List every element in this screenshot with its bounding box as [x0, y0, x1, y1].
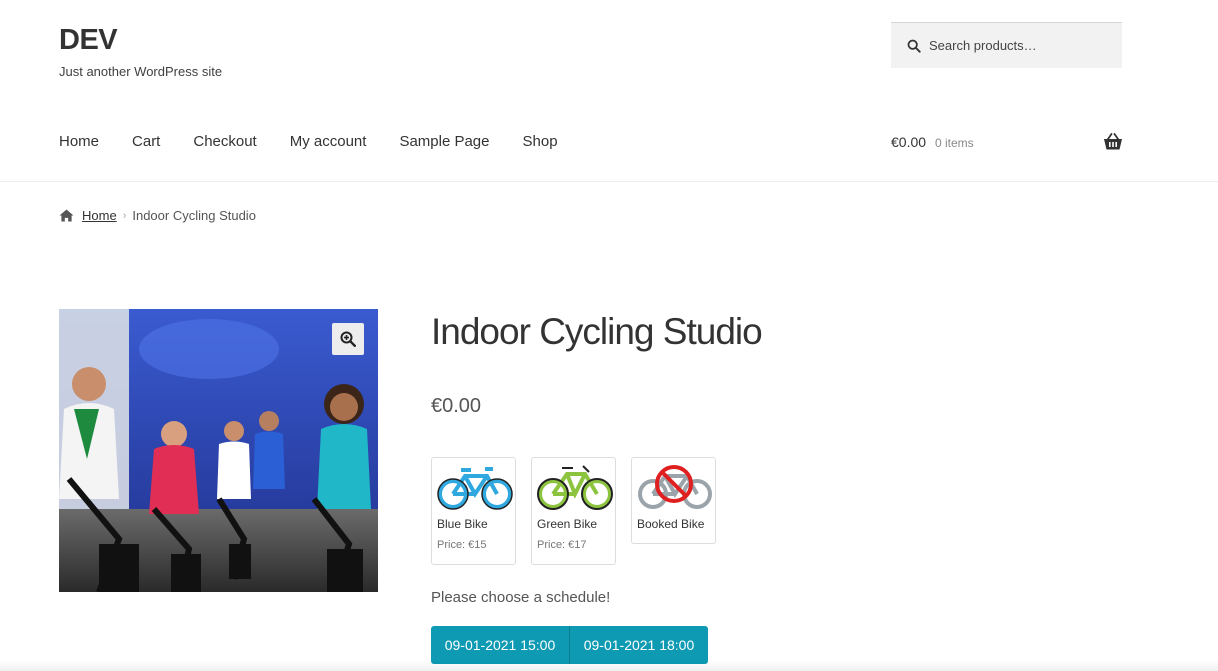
- nav-item-home[interactable]: Home: [59, 133, 99, 150]
- booked-bike-icon: [638, 465, 712, 509]
- product-image[interactable]: [59, 309, 378, 592]
- green-bike-icon: [537, 465, 613, 510]
- nav-item-cart[interactable]: Cart: [132, 133, 160, 150]
- header-divider: [0, 181, 1218, 182]
- breadcrumb-current: Indoor Cycling Studio: [132, 208, 256, 223]
- schedule-slot-button[interactable]: 09-01-2021 15:00: [431, 626, 569, 664]
- bike-name: Blue Bike: [437, 517, 488, 531]
- cart-item-count[interactable]: 0 items: [935, 136, 974, 150]
- nav-item-checkout[interactable]: Checkout: [193, 133, 256, 150]
- bottom-shadow: [0, 660, 1218, 671]
- schedule-prompt: Please choose a schedule!: [431, 589, 611, 606]
- home-icon: [59, 209, 74, 222]
- zoom-in-icon: [340, 331, 356, 347]
- bike-price: Price: €17: [537, 539, 587, 551]
- bike-option-blue[interactable]: Blue Bike Price: €15: [431, 457, 516, 565]
- nav-item-my-account[interactable]: My account: [290, 133, 367, 150]
- nav-item-sample-page[interactable]: Sample Page: [399, 133, 489, 150]
- schedule-slot-button[interactable]: 09-01-2021 18:00: [569, 626, 708, 664]
- product-price: €0.00: [431, 395, 482, 417]
- blue-bike-icon: [437, 467, 513, 510]
- breadcrumb-home-link[interactable]: Home: [82, 208, 117, 223]
- bike-price: Price: €15: [437, 539, 487, 551]
- product-title: Indoor Cycling Studio: [431, 311, 763, 352]
- search-input[interactable]: [929, 38, 1109, 53]
- bike-name: Booked Bike: [637, 517, 705, 531]
- primary-navigation: Home Cart Checkout My account Sample Pag…: [59, 133, 591, 150]
- basket-icon[interactable]: [1103, 133, 1123, 151]
- bike-name: Green Bike: [537, 517, 598, 531]
- search-icon: [907, 39, 921, 53]
- breadcrumb: Home › Indoor Cycling Studio: [59, 208, 256, 223]
- breadcrumb-separator: ›: [122, 209, 127, 222]
- nav-item-shop[interactable]: Shop: [523, 133, 558, 150]
- cart-total[interactable]: €0.00: [891, 134, 926, 150]
- site-title[interactable]: DEV: [59, 24, 118, 57]
- site-description: Just another WordPress site: [59, 64, 223, 79]
- bike-option-green[interactable]: Green Bike Price: €17: [531, 457, 616, 565]
- bike-option-booked: Booked Bike: [631, 457, 716, 544]
- zoom-button[interactable]: [332, 323, 364, 355]
- search-box[interactable]: [891, 22, 1122, 68]
